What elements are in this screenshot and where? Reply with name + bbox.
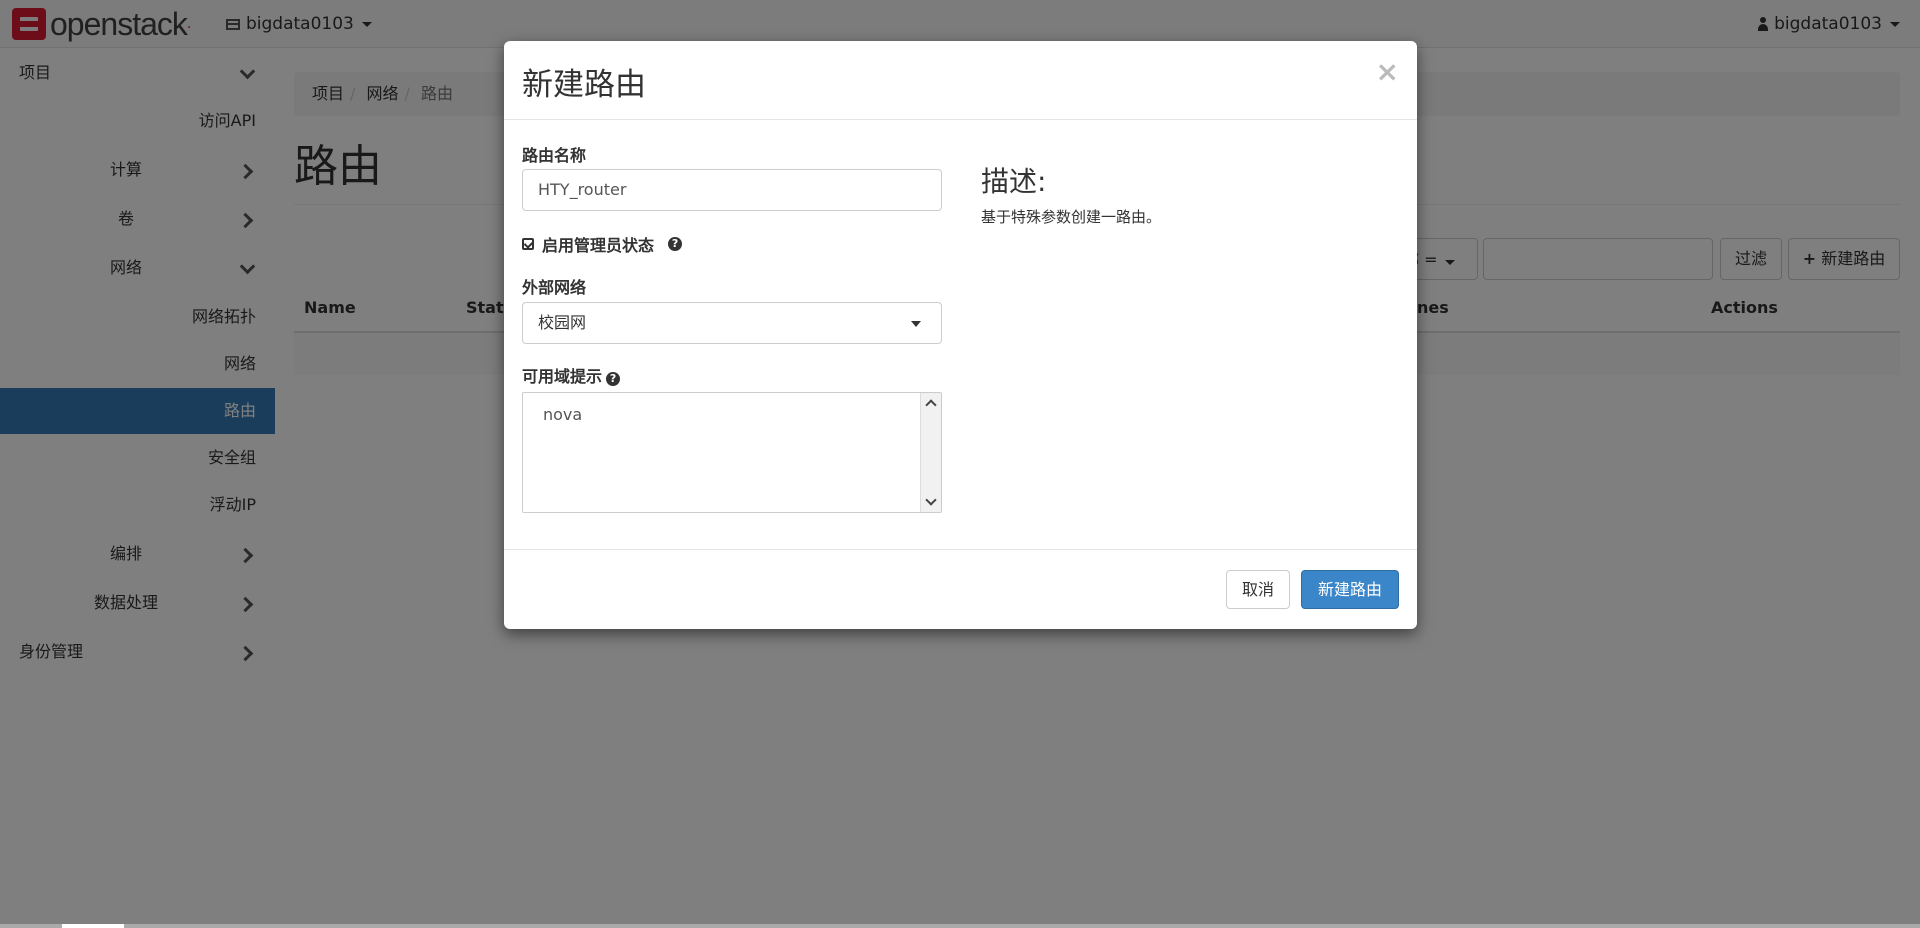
router-name-label: 路由名称: [522, 146, 587, 165]
scroll-down-icon[interactable]: [925, 494, 937, 506]
description-text: 基于特殊参数创建一路由。: [981, 208, 1162, 226]
caret-down-icon: [911, 321, 921, 327]
horizontal-scrollbar[interactable]: [0, 924, 1920, 928]
availability-zone-listbox[interactable]: nova: [522, 392, 942, 513]
modal-footer: 取消 新建路由: [504, 549, 1417, 629]
external-network-label: 外部网络: [522, 278, 587, 297]
az-hint-label-row: 可用域提示?: [522, 363, 621, 387]
admin-state-checkbox[interactable]: [522, 238, 534, 250]
az-hint-label: 可用域提示: [522, 367, 603, 386]
modal-title: 新建路由: [522, 67, 646, 103]
cancel-button[interactable]: 取消: [1226, 570, 1290, 609]
admin-state-label: 启用管理员状态: [542, 236, 655, 255]
description-title: 描述:: [981, 165, 1047, 198]
external-network-value: 校园网: [538, 313, 587, 332]
modal-header: 新建路由 ×: [504, 41, 1417, 120]
router-name-input[interactable]: HTY_router: [522, 169, 942, 211]
admin-state-checkbox-row[interactable]: 启用管理员状态 ?: [522, 232, 683, 256]
listbox-scrollbar[interactable]: [920, 393, 941, 512]
close-icon[interactable]: ×: [1376, 55, 1399, 88]
help-icon[interactable]: ?: [606, 372, 621, 386]
create-router-modal: 新建路由 × 路由名称 HTY_router 启用管理员状态 ? 外部网络 校园…: [504, 41, 1417, 629]
scroll-up-icon[interactable]: [925, 399, 937, 411]
availability-zone-option[interactable]: nova: [543, 405, 582, 424]
help-icon[interactable]: ?: [668, 237, 683, 251]
submit-create-router-button[interactable]: 新建路由: [1301, 570, 1399, 609]
external-network-select[interactable]: 校园网: [522, 302, 942, 344]
